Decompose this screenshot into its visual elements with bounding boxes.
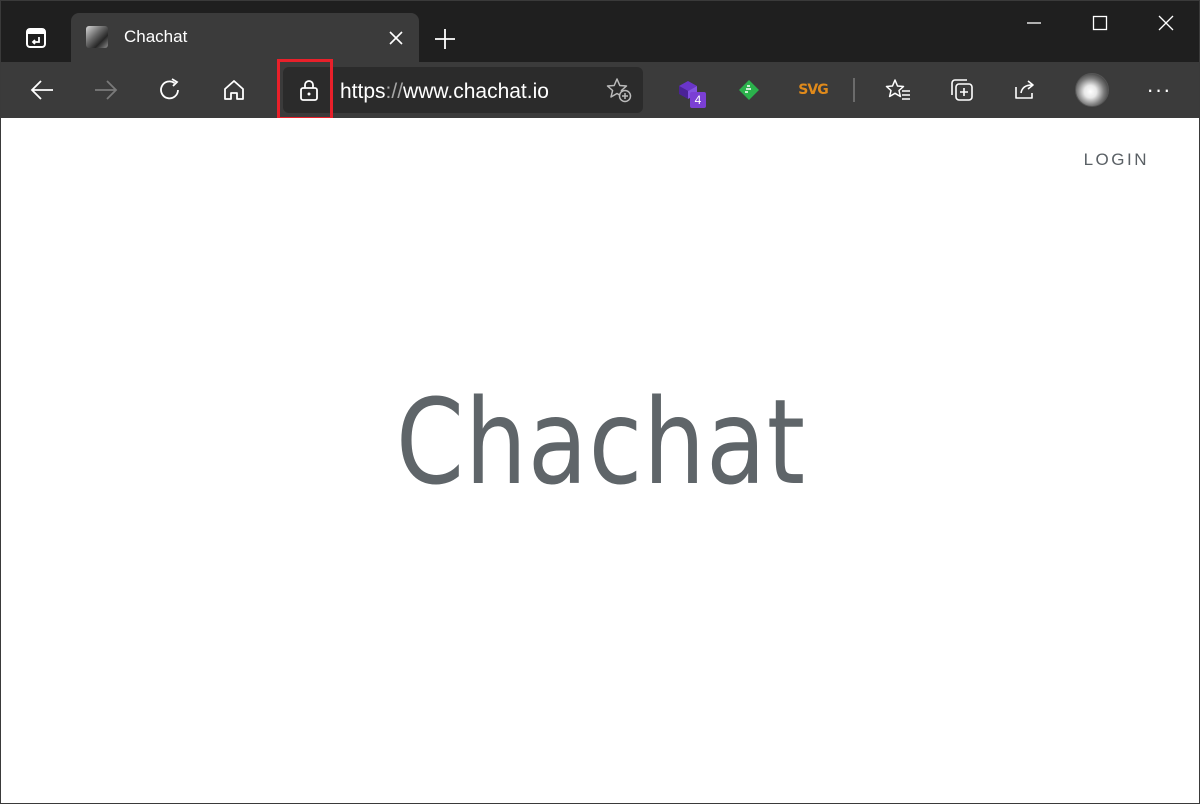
hero-title-text: Chachat bbox=[395, 373, 807, 511]
minimize-icon bbox=[1027, 22, 1041, 24]
extension-purple-button[interactable]: 4 bbox=[668, 70, 708, 110]
more-icon: ··· bbox=[1146, 77, 1172, 102]
share-button[interactable] bbox=[1006, 70, 1046, 110]
login-link[interactable]: LOGIN bbox=[1084, 150, 1149, 170]
close-icon bbox=[389, 31, 403, 45]
minimize-button[interactable] bbox=[1001, 1, 1067, 45]
favorites-button[interactable] bbox=[878, 70, 918, 110]
back-arrow-icon bbox=[30, 80, 53, 100]
refresh-icon bbox=[160, 78, 179, 100]
tab-close-button[interactable] bbox=[383, 25, 409, 51]
collections-icon bbox=[951, 79, 973, 101]
more-button[interactable]: ··· bbox=[1139, 70, 1179, 110]
browser-window: Chachat https://www.chachat.io 4 SVG ···… bbox=[0, 0, 1200, 804]
add-favorite-button[interactable] bbox=[603, 74, 635, 106]
tab-title: Chachat bbox=[124, 27, 188, 46]
feedly-icon bbox=[739, 80, 759, 100]
forward-arrow-icon bbox=[95, 80, 118, 100]
close-icon bbox=[1158, 15, 1174, 31]
url-separator: :// bbox=[385, 80, 404, 103]
new-tab-button[interactable] bbox=[429, 23, 461, 55]
refresh-button[interactable] bbox=[150, 70, 190, 110]
favorites-icon bbox=[885, 79, 910, 100]
share-icon bbox=[1015, 80, 1034, 99]
page-content: LOGIN Chachat bbox=[1, 118, 1199, 803]
svg-extension-icon: SVG bbox=[798, 82, 828, 98]
maximize-button[interactable] bbox=[1067, 1, 1133, 45]
avatar bbox=[1075, 73, 1109, 107]
feedly-button[interactable] bbox=[729, 70, 769, 110]
svg-extension-button[interactable]: SVG bbox=[793, 70, 833, 110]
lock-icon bbox=[300, 80, 318, 101]
site-favicon bbox=[86, 26, 108, 48]
browser-toolbar: https://www.chachat.io 4 SVG ··· bbox=[1, 62, 1199, 118]
title-bar: Chachat bbox=[1, 1, 1199, 62]
window-close-button[interactable] bbox=[1133, 1, 1199, 45]
toolbar-divider bbox=[853, 78, 855, 102]
extension-badge: 4 bbox=[690, 92, 706, 108]
tab-chachat[interactable]: Chachat bbox=[71, 13, 419, 62]
back-button[interactable] bbox=[22, 70, 62, 110]
plus-icon bbox=[435, 29, 455, 49]
address-bar[interactable]: https://www.chachat.io bbox=[283, 67, 643, 113]
page-title: Chachat bbox=[1, 373, 1199, 511]
home-icon bbox=[224, 80, 244, 100]
collections-button[interactable] bbox=[942, 70, 982, 110]
site-info-button[interactable] bbox=[291, 72, 327, 108]
home-button[interactable] bbox=[214, 70, 254, 110]
url-text: https://www.chachat.io bbox=[340, 80, 549, 104]
tab-actions-button[interactable] bbox=[19, 21, 53, 55]
add-favorite-icon bbox=[606, 78, 632, 103]
forward-button[interactable] bbox=[86, 70, 126, 110]
url-host: www.chachat.io bbox=[403, 80, 549, 103]
tab-actions-icon bbox=[26, 28, 46, 48]
url-scheme: https bbox=[340, 80, 386, 103]
profile-button[interactable] bbox=[1072, 70, 1112, 110]
maximize-icon bbox=[1092, 15, 1108, 31]
